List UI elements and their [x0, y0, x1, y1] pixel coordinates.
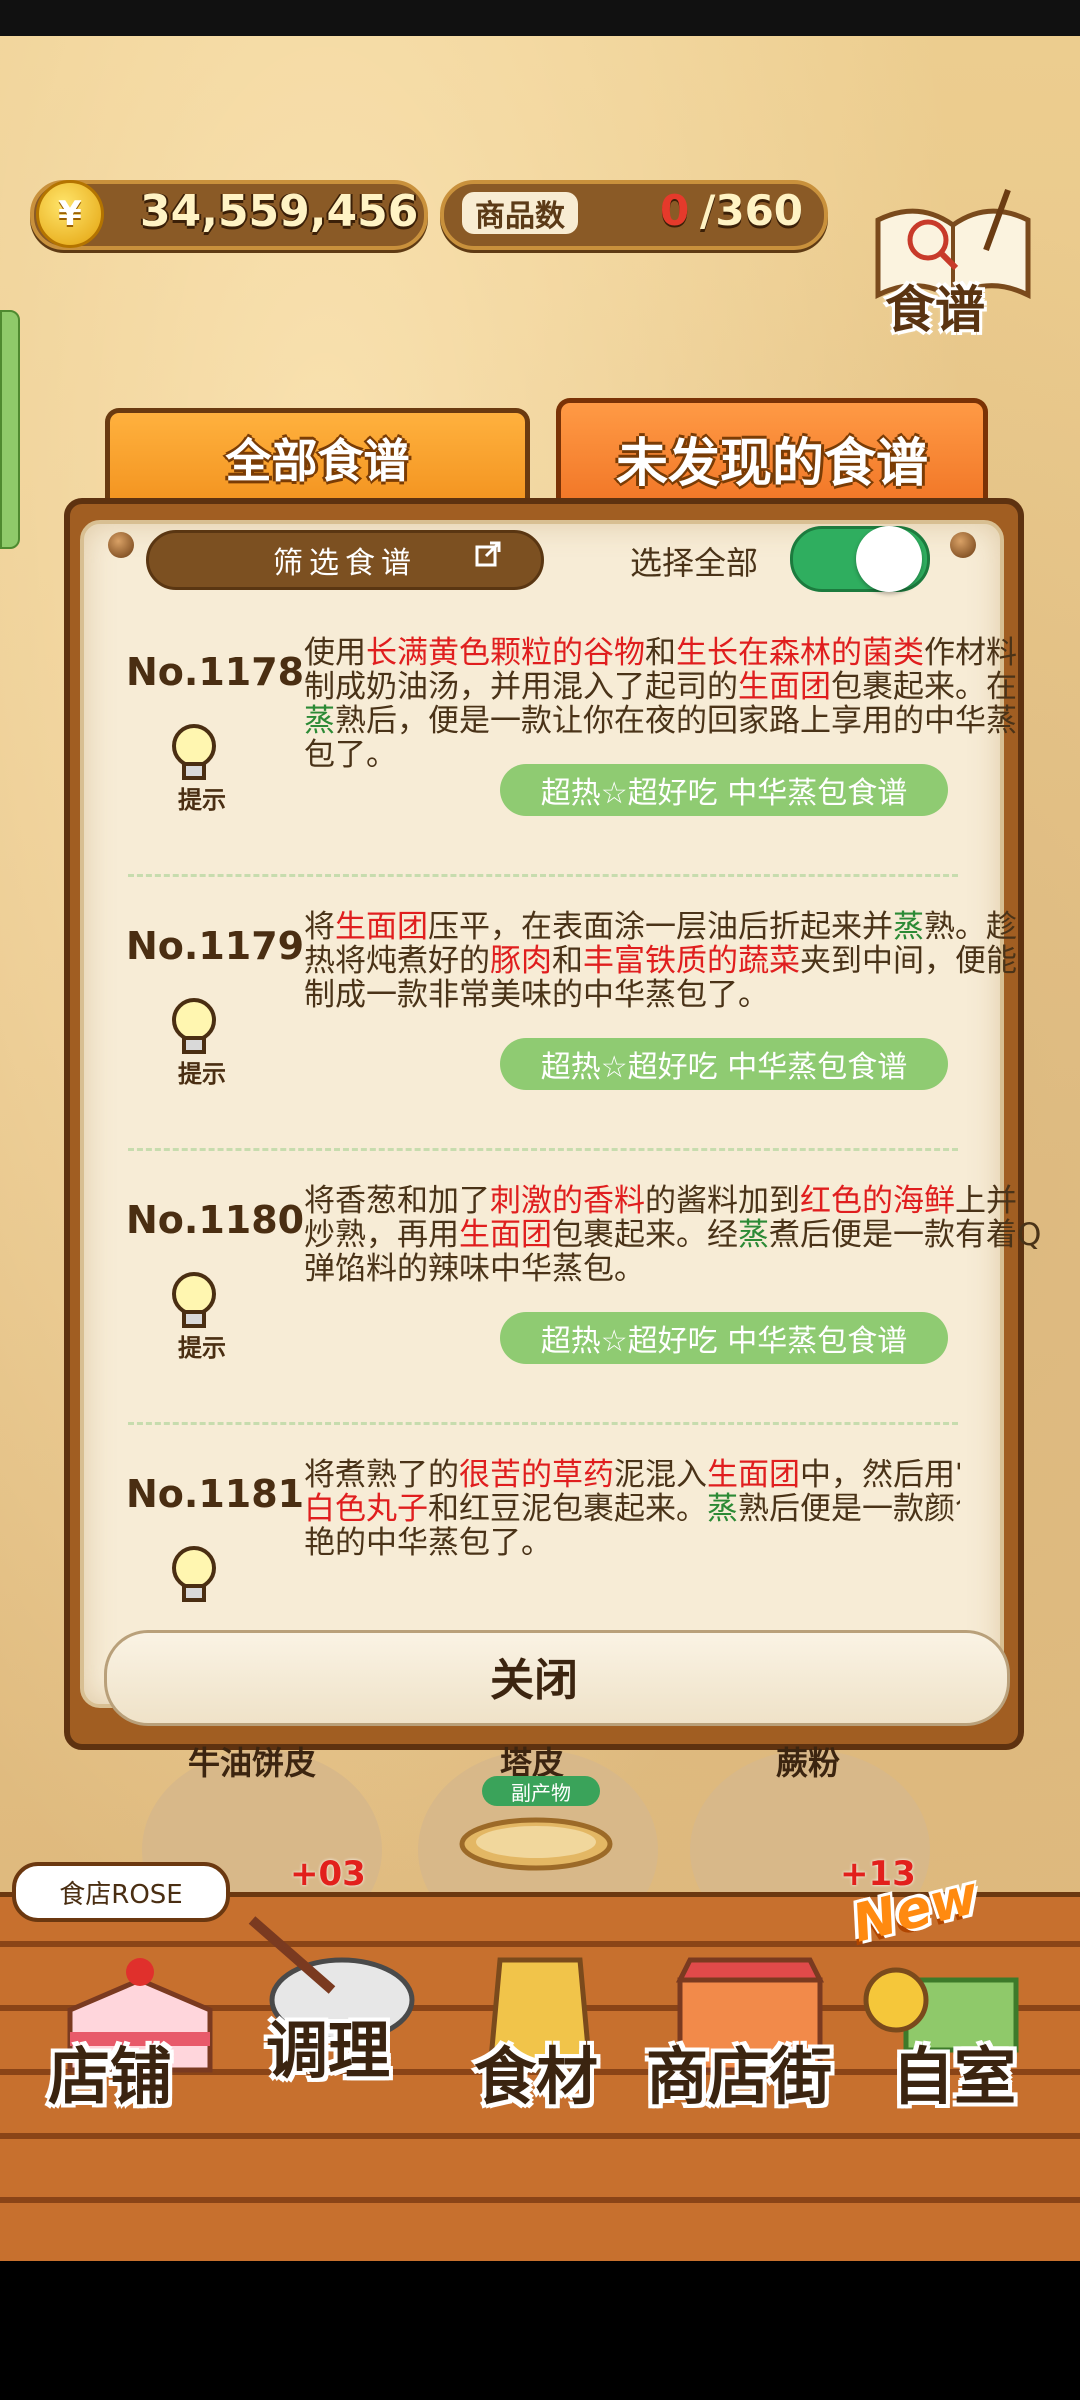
recipe-text-segment: 很苦的草药: [459, 1457, 614, 1493]
nav-shop[interactable]: 店铺: [48, 2026, 172, 2116]
recipe-text-segment: 将香葱和加了: [304, 1183, 490, 1219]
recipe-text-segment: 丰富铁质的蔬菜: [583, 943, 800, 979]
goods-count: 0: [660, 186, 690, 235]
recipe-description: 使用长满黄色颗粒的谷物和生长在森林的菌类作材料制成奶油汤，并用混入了起司的生面团…: [304, 636, 1044, 772]
side-drawer-handle[interactable]: [0, 310, 20, 549]
close-label[interactable]: 关闭: [490, 1644, 578, 1708]
lightbulb-icon[interactable]: [164, 994, 224, 1058]
recipe-number: No.1179: [126, 924, 305, 968]
recipe-text-segment: 红色的海鲜: [800, 1183, 955, 1219]
tart-crust-icon: [459, 1817, 613, 1871]
recipe-number: No.1178: [126, 650, 305, 694]
recipe-text-segment: 白色丸子: [304, 1491, 428, 1527]
bottom-bar: [0, 2256, 1080, 2400]
status-bar: [0, 0, 1080, 36]
byproduct-badge: 副产物: [482, 1776, 600, 1806]
recipe-text-segment: 的酱料加到: [645, 1183, 800, 1219]
recipe-text-segment: 长满黄色颗粒的谷物: [366, 635, 645, 671]
nav-my-room[interactable]: 自室: [892, 2026, 1016, 2116]
recipe-text-segment: 中，然后用它将: [800, 1457, 960, 1493]
recipe-book-label[interactable]: 食谱: [885, 270, 985, 342]
recipe-text-segment: 和红豆泥包裹起来。: [428, 1491, 707, 1527]
lightbulb-icon[interactable]: [164, 1542, 224, 1602]
nail-icon: [108, 532, 134, 558]
recipe-item: No.1179 提示 将生面团压平，在表面涂一层油后折起来并蒸熟。趁热将炖煮好的…: [100, 874, 1017, 1144]
recipe-text-segment: 蒸: [304, 703, 335, 739]
money-value: 34,559,456: [140, 186, 419, 237]
recipe-text-segment: 和: [552, 943, 583, 979]
nav-cook[interactable]: 调理: [266, 2000, 390, 2090]
shop-name-tag: 食店ROSE: [12, 1862, 230, 1922]
recipe-text-segment: 生面团: [707, 1457, 800, 1493]
toggle-knob[interactable]: [856, 526, 922, 592]
recipe-text-segment: 将煮熟了的: [304, 1457, 459, 1493]
lightbulb-icon[interactable]: [164, 720, 224, 784]
recipe-text-segment: 生面团: [459, 1217, 552, 1253]
goods-label: 商品数: [462, 192, 578, 234]
recipe-tag: 超热☆超好吃 中华蒸包食谱: [500, 764, 948, 816]
recipe-text-segment: 压平，在表面涂一层油后折起来并: [428, 909, 893, 945]
yen-coin-icon: ¥: [36, 180, 104, 248]
recipe-text-segment: 熟后，便是一款让你在夜的回家路上享用的中华蒸包了。: [304, 703, 1017, 773]
nail-icon: [950, 532, 976, 558]
recipe-item: No.1178 提示 使用长满黄色颗粒的谷物和生长在森林的菌类作材料制成奶油汤，…: [100, 600, 1017, 870]
recipe-tag: 超热☆超好吃 中华蒸包食谱: [500, 1312, 948, 1364]
hint-label[interactable]: 提示: [178, 1054, 226, 1089]
ingredient-name: 蕨粉: [776, 1744, 841, 1782]
recipe-text-segment: 生长在森林的菌类: [676, 635, 924, 671]
nav-shopping-street[interactable]: 商店街: [646, 2026, 832, 2116]
recipe-text-segment: 使用: [304, 635, 366, 671]
recipe-text-segment: 生面团: [738, 669, 831, 705]
ingredient-name: 牛油饼皮: [188, 1744, 317, 1782]
recipe-description: 将香葱和加了刺激的香料的酱料加到红色的海鲜上并炒熟，再用生面团包裹起来。经蒸煮后…: [304, 1184, 1044, 1286]
ingredient-qty: +03: [290, 1854, 366, 1894]
recipe-text-segment: 将: [304, 909, 335, 945]
recipe-text-segment: 蒸: [707, 1491, 738, 1527]
recipe-text-segment: 蒸: [738, 1217, 769, 1253]
nav-ingredients[interactable]: 食材: [474, 2026, 598, 2116]
recipe-text-segment: 蒸: [893, 909, 924, 945]
lightbulb-icon[interactable]: [164, 1268, 224, 1332]
external-link-icon: [475, 541, 501, 567]
recipe-item: No.1181 将煮熟了的很苦的草药泥混入生面团中，然后用它将白色丸子和红豆泥包…: [100, 1422, 960, 1602]
recipe-text-segment: 泥混入: [614, 1457, 707, 1493]
recipe-description: 将生面团压平，在表面涂一层油后折起来并蒸熟。趁热将炖煮好的豚肉和丰富铁质的蔬菜夹…: [304, 910, 1044, 1012]
recipe-item: No.1180 提示 将香葱和加了刺激的香料的酱料加到红色的海鲜上并炒熟，再用生…: [100, 1148, 1041, 1418]
recipe-text-segment: 包裹起来。经: [552, 1217, 738, 1253]
recipe-text-segment: 刺激的香料: [490, 1183, 645, 1219]
tab-all-recipes[interactable]: 全部食谱: [105, 408, 530, 503]
tab-undiscovered-recipes[interactable]: 未发现的食谱: [556, 398, 988, 513]
recipe-number: No.1181: [126, 1472, 305, 1516]
recipe-text-segment: 生面团: [335, 909, 428, 945]
recipe-description: 将煮熟了的很苦的草药泥混入生面团中，然后用它将白色丸子和红豆泥包裹起来。蒸熟后便…: [304, 1458, 960, 1560]
recipe-text-segment: 豚肉: [490, 943, 552, 979]
hint-label[interactable]: 提示: [178, 780, 226, 815]
goods-total: /360: [700, 186, 804, 235]
recipe-tag: 超热☆超好吃 中华蒸包食谱: [500, 1038, 948, 1090]
hint-label[interactable]: 提示: [178, 1328, 226, 1363]
select-all-label: 选择全部: [630, 544, 759, 582]
recipe-text-segment: 包裹起来。在: [831, 669, 1017, 705]
recipe-number: No.1180: [126, 1198, 305, 1242]
recipe-text-segment: 和: [645, 635, 676, 671]
filter-recipes-label: 筛选食谱: [273, 546, 417, 581]
